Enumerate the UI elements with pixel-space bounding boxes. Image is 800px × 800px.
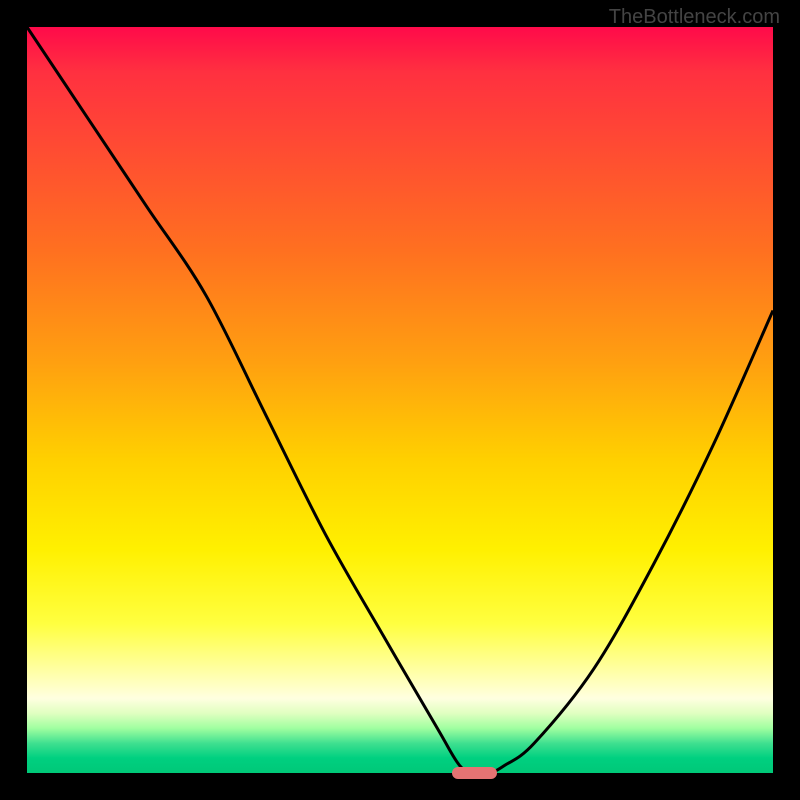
watermark-text: TheBottleneck.com <box>609 6 780 29</box>
chart-plot-area <box>27 27 773 773</box>
bottleneck-curve <box>27 27 773 773</box>
minimum-marker <box>452 767 497 779</box>
